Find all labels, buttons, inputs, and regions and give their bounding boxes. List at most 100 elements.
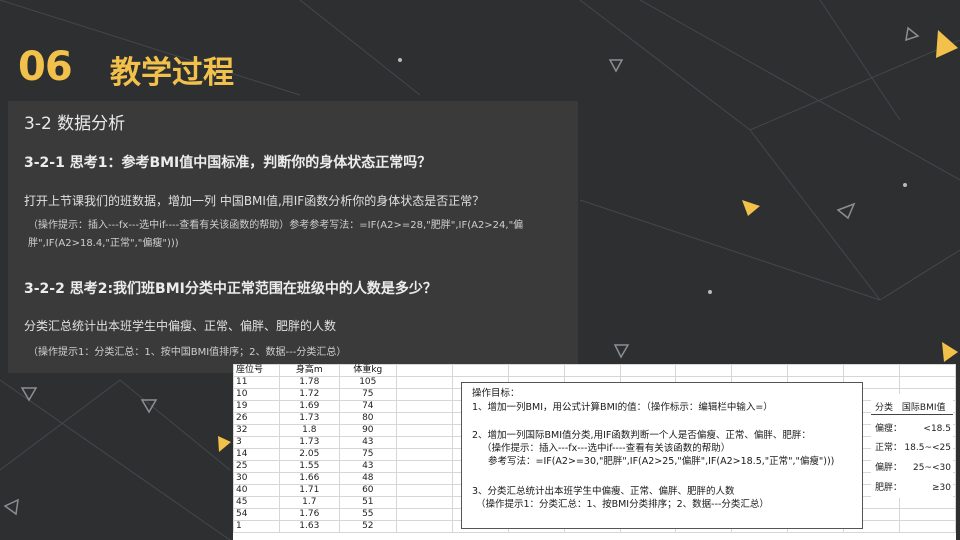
table-cell[interactable]: 1.8 bbox=[279, 424, 340, 437]
bmi-range: ≥30 bbox=[932, 483, 951, 493]
table-cell[interactable] bbox=[396, 400, 453, 413]
table-cell[interactable] bbox=[899, 364, 956, 377]
bmi-row: 偏瘦： <18.5 bbox=[875, 422, 955, 436]
goal-line-5: 3、分类汇总统计出本班学生中偏瘦、正常、偏胖、肥胖的人数 bbox=[472, 486, 735, 497]
table-cell[interactable]: 3 bbox=[233, 436, 281, 449]
table-cell[interactable]: 55 bbox=[338, 508, 398, 521]
goal-line-6: （操作提示1：分类汇总：1、按BMI分类排序；2、数据---分类汇总） bbox=[476, 499, 769, 510]
table-cell[interactable]: 48 bbox=[338, 472, 398, 485]
table-cell[interactable]: 1.73 bbox=[279, 412, 340, 425]
table-cell[interactable]: 1.66 bbox=[279, 472, 340, 485]
table-cell[interactable]: 1.69 bbox=[279, 400, 340, 413]
table-cell[interactable]: 19 bbox=[233, 400, 281, 413]
table-cell[interactable]: 75 bbox=[338, 388, 398, 401]
bmi-category: 偏瘦： bbox=[875, 424, 903, 434]
task-2: 分类汇总统计出本班学生中偏瘦、正常、偏胖、肥胖的人数 bbox=[24, 319, 337, 333]
table-cell[interactable]: 26 bbox=[233, 412, 281, 425]
hint-2: （操作提示1：分类汇总：1、按中国BMI值排序；2、数据---分类汇总） bbox=[28, 347, 347, 358]
table-cell[interactable] bbox=[396, 508, 453, 521]
bmi-range: 25~<30 bbox=[913, 463, 951, 473]
table-cell[interactable] bbox=[396, 472, 453, 485]
bmi-category: 正常： bbox=[875, 443, 903, 453]
table-cell[interactable] bbox=[396, 424, 453, 437]
table-cell[interactable] bbox=[396, 484, 453, 497]
table-cell[interactable] bbox=[899, 508, 956, 521]
table-cell[interactable]: 1.7 bbox=[279, 496, 340, 509]
table-cell[interactable] bbox=[396, 520, 453, 533]
table-cell[interactable] bbox=[899, 376, 956, 389]
table-cell[interactable] bbox=[843, 364, 901, 377]
table-cell[interactable] bbox=[396, 460, 453, 473]
table-cell[interactable] bbox=[507, 364, 565, 377]
goal-line-4: 参考写法：=IF(A2>=30,"肥胖",IF(A2>25,"偏胖",IF(A2… bbox=[488, 456, 835, 467]
panel-heading: 3-2 数据分析 bbox=[24, 114, 126, 134]
table-cell[interactable]: 1.71 bbox=[279, 484, 340, 497]
table-cell[interactable]: 1.63 bbox=[279, 520, 340, 533]
table-cell[interactable]: 90 bbox=[338, 424, 398, 437]
table-cell[interactable]: 32 bbox=[233, 424, 281, 437]
table-header-row: 座位号 身高m 体重kg bbox=[233, 364, 956, 377]
table-cell[interactable] bbox=[899, 520, 956, 533]
table-cell[interactable]: 51 bbox=[338, 496, 398, 509]
table-cell[interactable]: 25 bbox=[233, 460, 281, 473]
bmi-range: <18.5 bbox=[923, 424, 951, 434]
task-1: 打开上节课我们的班数据，增加一列 中国BMI值,用IF函数分析你的身体状态是否正… bbox=[24, 194, 485, 208]
table-cell[interactable] bbox=[396, 496, 453, 509]
header-height[interactable]: 身高m bbox=[279, 364, 340, 377]
header-seat[interactable]: 座位号 bbox=[233, 364, 281, 377]
table-cell[interactable] bbox=[563, 364, 621, 377]
section-number: 06 bbox=[18, 44, 73, 90]
table-cell[interactable]: 105 bbox=[338, 376, 398, 389]
table-cell[interactable]: 2.05 bbox=[279, 448, 340, 461]
table-cell[interactable]: 14 bbox=[233, 448, 281, 461]
table-cell[interactable]: 45 bbox=[233, 496, 281, 509]
table-cell[interactable]: 30 bbox=[233, 472, 281, 485]
table-cell[interactable]: 43 bbox=[338, 436, 398, 449]
table-cell[interactable]: 60 bbox=[338, 484, 398, 497]
bmi-row: 正常： 18.5~<25 bbox=[875, 441, 955, 455]
bmi-header-value: 国际BMI值 bbox=[901, 403, 946, 413]
table-cell[interactable] bbox=[396, 448, 453, 461]
bmi-row: 肥胖： ≥30 bbox=[875, 481, 955, 495]
table-cell[interactable] bbox=[396, 436, 453, 449]
table-cell[interactable]: 1.55 bbox=[279, 460, 340, 473]
table-cell[interactable]: 1.78 bbox=[279, 376, 340, 389]
table-cell[interactable]: 74 bbox=[338, 400, 398, 413]
table-cell[interactable]: 1.76 bbox=[279, 508, 340, 521]
question-2: 3-2-2 思考2:我们班BMI分类中正常范围在班级中的人数是多少？ bbox=[24, 281, 437, 297]
table-cell[interactable]: 52 bbox=[338, 520, 398, 533]
table-cell[interactable] bbox=[619, 364, 677, 377]
bmi-header: 分类 国际BMI值 bbox=[875, 400, 955, 413]
section-title: 教学过程 bbox=[110, 55, 234, 91]
header-weight[interactable]: 体重kg bbox=[338, 364, 398, 377]
table-cell[interactable]: 75 bbox=[338, 448, 398, 461]
table-cell[interactable] bbox=[396, 388, 453, 401]
bmi-divider bbox=[871, 414, 953, 415]
table-cell[interactable] bbox=[675, 364, 733, 377]
table-cell[interactable] bbox=[787, 364, 845, 377]
table-cell[interactable]: 43 bbox=[338, 460, 398, 473]
bmi-standard-table: 分类 国际BMI值 偏瘦： <18.5 正常： 18.5~<25 偏胖： 25~<30… bbox=[871, 394, 953, 498]
spreadsheet-screenshot: 座位号 身高m 体重kg 11 1.78 105 10 1.72 75 19 1.69 74… bbox=[233, 364, 956, 540]
table-cell[interactable] bbox=[396, 376, 453, 389]
bmi-range: 18.5~<25 bbox=[904, 443, 951, 453]
table-cell[interactable]: 54 bbox=[233, 508, 281, 521]
table-cell[interactable] bbox=[396, 364, 453, 377]
table-cell[interactable] bbox=[731, 364, 789, 377]
table-cell[interactable]: 1 bbox=[233, 520, 281, 533]
table-cell[interactable]: 10 bbox=[233, 388, 281, 401]
table-cell[interactable]: 80 bbox=[338, 412, 398, 425]
table-cell[interactable]: 11 bbox=[233, 376, 281, 389]
table-cell[interactable]: 40 bbox=[233, 484, 281, 497]
table-cell[interactable] bbox=[396, 412, 453, 425]
bmi-header-category: 分类 bbox=[875, 403, 894, 413]
goal-line-3: （操作提示：插入---fx---选中if----查看有关该函数的帮助） bbox=[482, 443, 731, 454]
bmi-category: 偏胖： bbox=[875, 463, 903, 473]
data-analysis-panel: 3-2 数据分析 3-2-1 思考1：参考BMI值中国标准，判断你的身体状态正常… bbox=[8, 101, 578, 373]
table-cell[interactable] bbox=[451, 364, 509, 377]
table-cell[interactable] bbox=[899, 496, 956, 509]
table-cell[interactable]: 1.72 bbox=[279, 388, 340, 401]
goal-line-2: 2、增加一列国际BMI值分类,用IF函数判断一个人是否偏瘦、正常、偏胖、肥胖： bbox=[472, 430, 811, 441]
table-cell[interactable]: 1.73 bbox=[279, 436, 340, 449]
operation-goal-box: 操作目标： 1、增加一列BMI，用公式计算BMI的值：（操作标示：编辑栏中输入=… bbox=[461, 382, 863, 529]
